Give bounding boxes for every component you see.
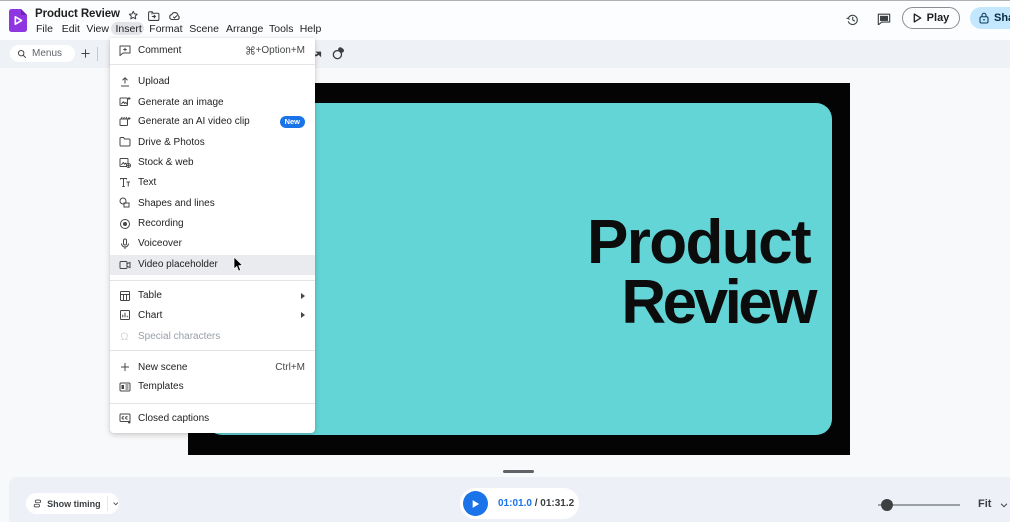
svg-text:Ω: Ω xyxy=(120,331,128,342)
